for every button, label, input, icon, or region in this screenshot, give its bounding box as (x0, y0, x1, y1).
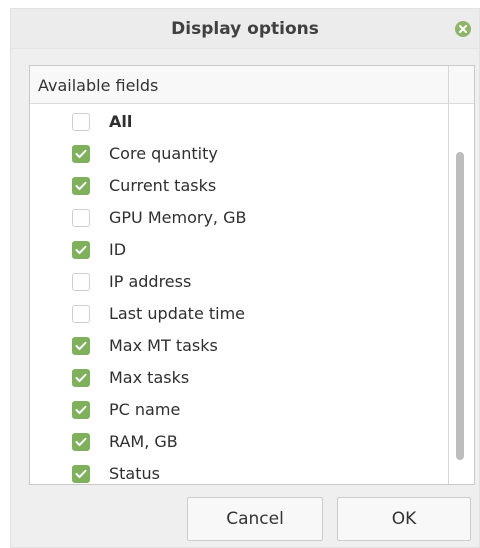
display-options-dialog: Display options Available fields All Core… (10, 8, 480, 548)
field-checkbox[interactable] (72, 113, 90, 131)
close-x-glyph (459, 25, 467, 33)
field-checkbox[interactable] (72, 401, 90, 419)
field-checkbox[interactable] (72, 177, 90, 195)
field-checkbox[interactable] (72, 465, 90, 483)
column-divider (448, 66, 449, 484)
field-checkbox[interactable] (72, 337, 90, 355)
field-checkbox[interactable] (72, 369, 90, 387)
check-icon (75, 405, 87, 414)
field-label: Status (109, 464, 160, 483)
field-checkbox[interactable] (72, 433, 90, 451)
field-checkbox[interactable] (72, 241, 90, 259)
field-label: IP address (109, 272, 192, 291)
ok-button[interactable]: OK (337, 497, 471, 541)
field-row[interactable]: All (30, 106, 448, 138)
fields-list-header-label: Available fields (38, 76, 159, 95)
field-row[interactable]: Last update time (30, 298, 448, 330)
field-label: PC name (109, 400, 181, 419)
field-row[interactable]: PC name (30, 394, 448, 426)
check-icon (75, 469, 87, 478)
field-label: ID (109, 240, 127, 259)
field-row[interactable]: Max tasks (30, 362, 448, 394)
check-icon (75, 245, 87, 254)
field-row[interactable]: Max MT tasks (30, 330, 448, 362)
field-row[interactable]: Status (30, 458, 448, 484)
field-checkbox[interactable] (72, 305, 90, 323)
check-icon (75, 341, 87, 350)
field-label: Max MT tasks (109, 336, 218, 355)
check-icon (75, 181, 87, 190)
field-label: GPU Memory, GB (109, 208, 247, 227)
field-checkbox[interactable] (72, 145, 90, 163)
close-icon[interactable] (455, 21, 471, 37)
fields-list-header[interactable]: Available fields (30, 66, 474, 104)
field-label: Last update time (109, 304, 246, 323)
check-icon (75, 149, 87, 158)
field-row[interactable]: RAM, GB (30, 426, 448, 458)
cancel-button[interactable]: Cancel (187, 497, 323, 541)
field-row[interactable]: GPU Memory, GB (30, 202, 448, 234)
check-icon (75, 437, 87, 446)
field-checkbox[interactable] (72, 209, 90, 227)
field-label: Current tasks (109, 176, 217, 195)
field-label: Max tasks (109, 368, 190, 387)
field-row[interactable]: Current tasks (30, 170, 448, 202)
field-row[interactable]: ID (30, 234, 448, 266)
vertical-scrollbar[interactable] (456, 152, 464, 460)
check-icon (75, 373, 87, 382)
field-label: Core quantity (109, 144, 218, 163)
title-bar[interactable]: Display options (11, 9, 479, 49)
field-checkbox[interactable] (72, 273, 90, 291)
dialog-title: Display options (171, 19, 319, 39)
field-label: All (109, 112, 133, 131)
field-row[interactable]: Core quantity (30, 138, 448, 170)
field-label: RAM, GB (109, 432, 178, 451)
field-row[interactable]: IP address (30, 266, 448, 298)
available-fields-panel: Available fields All Core quantity Current… (29, 65, 475, 485)
